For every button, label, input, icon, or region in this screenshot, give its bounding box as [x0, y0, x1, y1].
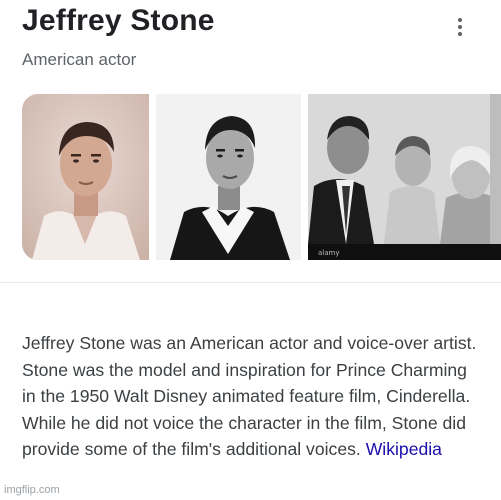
entity-description: Jeffrey Stone was an American actor and … — [22, 330, 484, 463]
more-vert-icon — [458, 18, 462, 22]
gallery-image-1[interactable] — [22, 94, 149, 260]
gallery-image-3[interactable]: alamy — [308, 94, 501, 260]
family-photo-image: alamy — [308, 94, 501, 260]
portrait-sepia-image — [22, 94, 149, 260]
entity-subtitle: American actor — [22, 50, 137, 69]
wikipedia-link[interactable]: Wikipedia — [366, 439, 442, 459]
gallery-image-2[interactable] — [156, 94, 301, 260]
more-options-button[interactable] — [447, 14, 473, 40]
image-gallery: alamy — [0, 94, 501, 260]
knowledge-panel-header: Jeffrey Stone American actor — [0, 0, 501, 82]
alamy-watermark: alamy — [318, 249, 340, 257]
imgflip-watermark: imgflip.com — [4, 484, 60, 496]
entity-title: Jeffrey Stone — [22, 4, 215, 37]
portrait-bw-image — [156, 94, 301, 260]
section-divider — [0, 282, 501, 283]
